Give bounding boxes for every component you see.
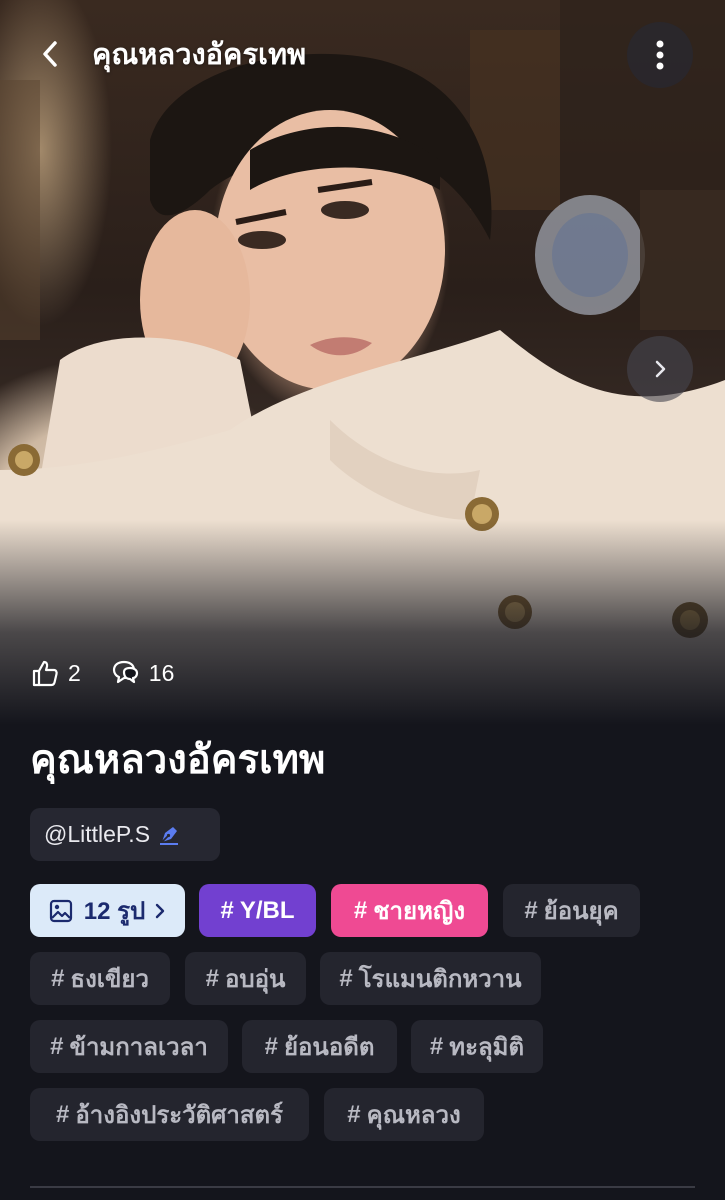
- author-chip[interactable]: @LittleP.S: [30, 808, 220, 861]
- chevron-right-icon: [655, 360, 666, 378]
- image-icon: [49, 899, 72, 922]
- thumbs-up-icon: [32, 660, 58, 687]
- tag-chip[interactable]: # ธงเขียว: [30, 952, 170, 1005]
- tag-hash: #: [220, 896, 234, 924]
- tag-label: ย้อนยุค: [543, 898, 619, 925]
- tag-hash: #: [524, 896, 538, 924]
- tag-hash: #: [55, 1100, 70, 1128]
- tag-hash: #: [264, 1032, 278, 1060]
- tag-chip[interactable]: # ทะลุมิติ: [411, 1020, 543, 1073]
- tag-chip[interactable]: # ข้ามกาลเวลา: [30, 1020, 228, 1073]
- tag-chip[interactable]: # โรแมนติกหวาน: [320, 952, 541, 1005]
- tag-label: อ้างอิงประวัติศาสตร์: [75, 1102, 283, 1129]
- gallery-label: 12 รูป: [83, 898, 146, 925]
- tag-chip[interactable]: # อ้างอิงประวัติศาสตร์: [30, 1088, 309, 1141]
- story-stats: 2 16: [30, 658, 202, 688]
- header-title: คุณหลวงอัครเทพ: [92, 39, 307, 71]
- pen-icon: [156, 822, 182, 848]
- tag-hash: #: [339, 964, 353, 992]
- tag-chip[interactable]: # คุณหลวง: [324, 1088, 484, 1141]
- tag-label: ชายหญิง: [373, 898, 466, 925]
- more-options-button[interactable]: [627, 22, 693, 88]
- story-detail-page: คุณหลวงอัครเทพ 2 16 คุณหลวงอัครเทพ @Litt…: [0, 0, 725, 1200]
- more-vertical-icon: [656, 40, 664, 70]
- tag-hash: #: [347, 1100, 361, 1128]
- gallery-button[interactable]: 12 รูป: [30, 884, 185, 937]
- comment-count: 16: [148, 659, 175, 686]
- chevron-right-icon: [156, 903, 165, 918]
- tag-chip[interactable]: # ชายหญิง: [331, 884, 488, 937]
- author-handle: @LittleP.S: [44, 821, 151, 847]
- back-arrow-icon: [43, 41, 57, 67]
- tag-chip[interactable]: # อบอุ่น: [185, 952, 306, 1005]
- tag-label: ข้ามกาลเวลา: [69, 1034, 208, 1061]
- section-divider: [30, 1186, 695, 1188]
- story-title: คุณหลวงอัครเทพ: [30, 738, 326, 782]
- next-image-button[interactable]: [627, 336, 693, 402]
- like-count: 2: [68, 659, 81, 686]
- cover-image[interactable]: [0, 0, 725, 725]
- tag-hash: #: [51, 964, 65, 992]
- tag-chip[interactable]: # ย้อนยุค: [503, 884, 640, 937]
- tag-label: โรแมนติกหวาน: [358, 966, 522, 993]
- tag-hash: #: [353, 896, 368, 924]
- tag-label: คุณหลวง: [366, 1102, 461, 1129]
- comment-button[interactable]: 16: [109, 658, 175, 688]
- tag-label: ย้อนอดีต: [283, 1034, 375, 1061]
- tag-chip[interactable]: # Y/BL: [199, 884, 316, 937]
- tag-label: Y/BL: [239, 896, 295, 924]
- tag-chip[interactable]: # ย้อนอดีต: [242, 1020, 397, 1073]
- tag-label: อบอุ่น: [224, 966, 286, 993]
- comment-icon: [112, 660, 138, 684]
- tag-hash: #: [50, 1032, 64, 1060]
- tag-hash: #: [429, 1032, 444, 1060]
- like-button[interactable]: 2: [30, 658, 81, 688]
- tag-label: ธงเขียว: [70, 966, 149, 993]
- tag-hash: #: [205, 964, 219, 992]
- cover-fade: [0, 520, 725, 725]
- tag-label: ทะลุมิติ: [449, 1034, 525, 1061]
- back-button[interactable]: [28, 32, 72, 76]
